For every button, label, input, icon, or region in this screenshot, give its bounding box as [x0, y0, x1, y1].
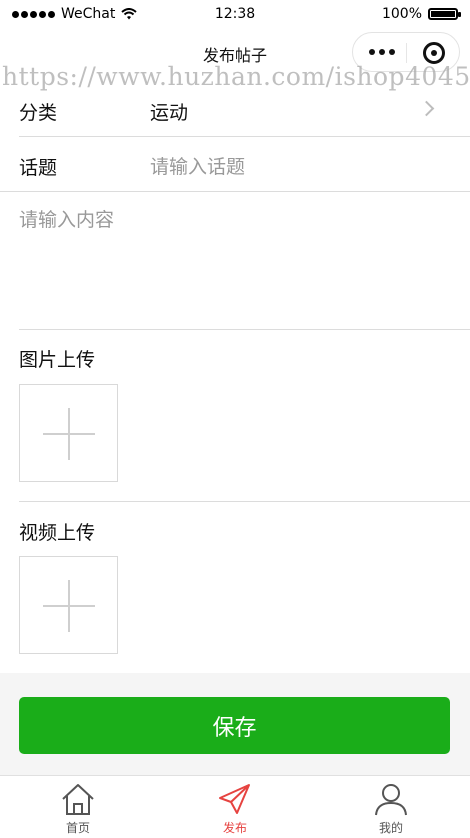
category-value: 运动 [150, 102, 189, 124]
tab-publish-label: 发布 [222, 821, 247, 835]
plus-icon [68, 408, 70, 460]
category-picker[interactable]: 分类 运动 [0, 92, 470, 136]
paper-plane-icon [219, 784, 250, 814]
topic-label: 话题 [19, 157, 58, 179]
save-button[interactable]: 保存 [19, 697, 450, 754]
video-upload-label: 视频上传 [19, 522, 96, 544]
home-icon [62, 784, 94, 815]
user-icon [375, 784, 407, 816]
capsule-divider [406, 43, 407, 63]
tab-home[interactable]: 首页 [0, 776, 156, 838]
add-video-button[interactable] [19, 556, 118, 654]
plus-icon [68, 580, 70, 632]
status-bar: WeChat 12:38 100% [0, 0, 470, 30]
tab-home-label: 首页 [65, 821, 90, 835]
content-textarea[interactable]: 请输入内容 [0, 192, 470, 329]
more-options-icon[interactable] [369, 49, 395, 55]
tab-publish[interactable]: 发布 [157, 776, 313, 838]
category-label: 分类 [19, 102, 58, 124]
battery-percent: 100% [381, 6, 422, 22]
battery-info: 100% [381, 6, 461, 22]
topic-row: 话题 请输入话题 [0, 137, 470, 191]
topic-input[interactable]: 请输入话题 [150, 152, 245, 179]
watermark-text: https://www.huzhan.com/ishop40457 [2, 62, 470, 91]
divider [19, 501, 470, 502]
add-image-button[interactable] [19, 384, 118, 482]
tab-bar: 首页 发布 我的 [0, 775, 470, 837]
content-placeholder: 请输入内容 [19, 209, 115, 231]
battery-icon [428, 8, 461, 20]
divider [19, 329, 470, 330]
tab-mine[interactable]: 我的 [313, 776, 469, 838]
image-upload-label: 图片上传 [19, 349, 96, 371]
tab-mine-label: 我的 [378, 821, 403, 835]
close-mini-program-icon[interactable] [423, 42, 445, 64]
